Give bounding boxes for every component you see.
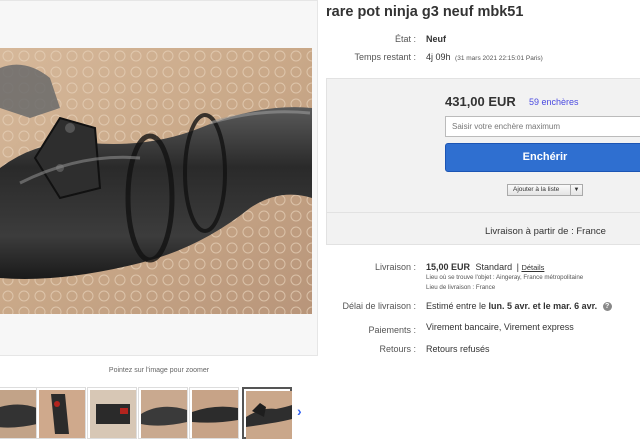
thumbnail-photo: [141, 390, 187, 438]
delivery-label: Délai de livraison :: [342, 301, 416, 311]
time-left-value: 4j 09h (31 mars 2021 22:15:01 Paris): [426, 52, 543, 62]
bids-count-link[interactable]: 59 enchères: [529, 97, 579, 107]
main-product-photo[interactable]: [0, 48, 312, 314]
ships-to: Lieu de livraison : France: [426, 284, 496, 291]
delivery-value: Estimé entre le lun. 5 avr. et le mar. 6…: [426, 301, 612, 312]
thumbnail-photo: [39, 390, 85, 438]
shipping-details-link[interactable]: Détails: [521, 263, 544, 272]
current-price: 431,00 EUR: [445, 94, 516, 109]
thumbnail[interactable]: [138, 387, 188, 439]
thumbnail-photo: [246, 391, 292, 439]
thumbnail[interactable]: [36, 387, 86, 439]
condition-label: État :: [394, 34, 416, 44]
add-to-watchlist-label: Ajouter à la liste: [513, 186, 560, 193]
item-location: Lieu où se trouve l'objet : Aingeray, Fr…: [426, 274, 584, 281]
thumbnail[interactable]: [87, 387, 137, 439]
payments-value: Virement bancaire, Virement express: [426, 322, 574, 332]
max-bid-input[interactable]: Saisir votre enchère maximum: [445, 116, 640, 137]
shipping-method: Standard: [475, 262, 513, 272]
ships-from: Livraison à partir de : France: [485, 226, 606, 237]
place-bid-button[interactable]: Enchérir: [445, 143, 640, 172]
time-left-end-date: (31 mars 2021 22:15:01 Paris): [455, 55, 543, 62]
bid-box: 431,00 EUR 59 enchères Saisir votre ench…: [326, 78, 640, 245]
image-panel: [0, 0, 318, 356]
thumbnail[interactable]: [189, 387, 239, 439]
returns-label: Retours :: [379, 344, 416, 354]
time-left-duration: 4j 09h: [426, 52, 451, 62]
returns-value: Retours refusés: [426, 344, 490, 354]
shipping-price: 15,00 EUR: [426, 262, 471, 272]
listing-title: rare pot ninja g3 neuf mbk51: [326, 4, 524, 20]
thumbnail-photo: [0, 390, 37, 438]
thumbnail[interactable]: [0, 387, 38, 439]
thumbnail-selected[interactable]: [242, 387, 292, 439]
thumbnail-next-arrow-icon[interactable]: ›: [297, 403, 309, 419]
chevron-down-icon[interactable]: ▼: [570, 185, 582, 195]
thumbnail-photo: [192, 390, 238, 438]
divider: [327, 212, 640, 213]
delivery-prefix: Estimé entre le: [426, 301, 487, 311]
shipping-value: 15,00 EUR Standard | Détails: [426, 262, 545, 272]
zoom-hint: Pointez sur l'image pour zoomer: [108, 367, 210, 374]
add-to-watchlist-button[interactable]: Ajouter à la liste ▼: [507, 184, 583, 196]
delivery-range: lun. 5 avr. et le mar. 6 avr.: [488, 301, 598, 311]
shipping-label: Livraison :: [374, 262, 416, 272]
time-left-label: Temps restant :: [354, 52, 416, 62]
help-icon[interactable]: ?: [602, 302, 612, 312]
payments-label: Paiements :: [368, 325, 416, 335]
thumbnail-photo: [90, 390, 136, 438]
condition-value: Neuf: [426, 34, 446, 44]
